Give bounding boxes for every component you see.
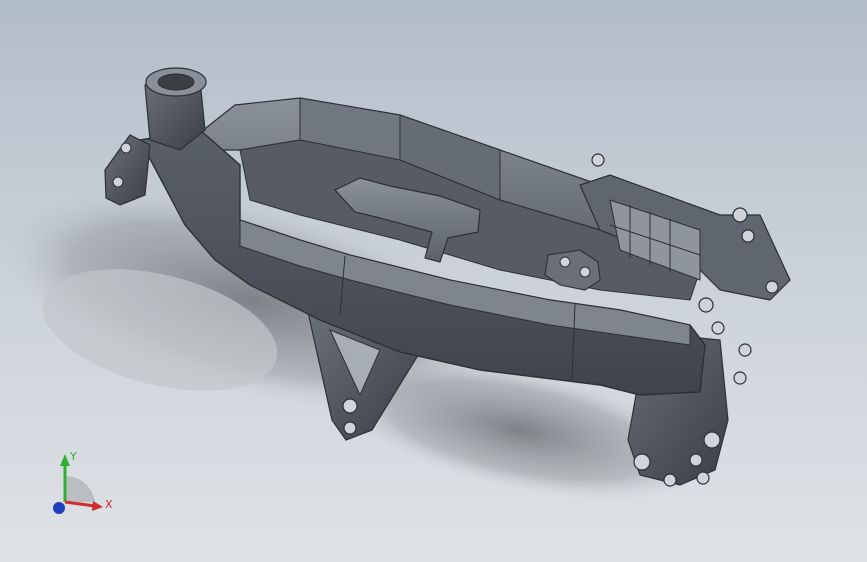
pivot-hole bbox=[696, 471, 710, 485]
cad-viewport[interactable]: Y X bbox=[0, 0, 867, 562]
x-axis-line bbox=[64, 500, 96, 508]
z-axis-marker bbox=[53, 502, 65, 514]
x-axis-label: X bbox=[105, 498, 113, 511]
pivot-hole bbox=[703, 431, 721, 449]
model-view[interactable] bbox=[0, 0, 867, 562]
axis-triad: Y X bbox=[53, 450, 113, 514]
triad-plane bbox=[65, 475, 95, 502]
bracket-hole bbox=[343, 421, 357, 435]
y-axis-label: Y bbox=[69, 450, 77, 463]
bracket-hole bbox=[342, 398, 358, 414]
x-arrow-head bbox=[92, 501, 103, 511]
pivot-hole bbox=[633, 453, 651, 471]
pivot-hole bbox=[663, 473, 677, 487]
y-arrow-head bbox=[60, 454, 70, 466]
pivot-hole bbox=[689, 453, 703, 467]
